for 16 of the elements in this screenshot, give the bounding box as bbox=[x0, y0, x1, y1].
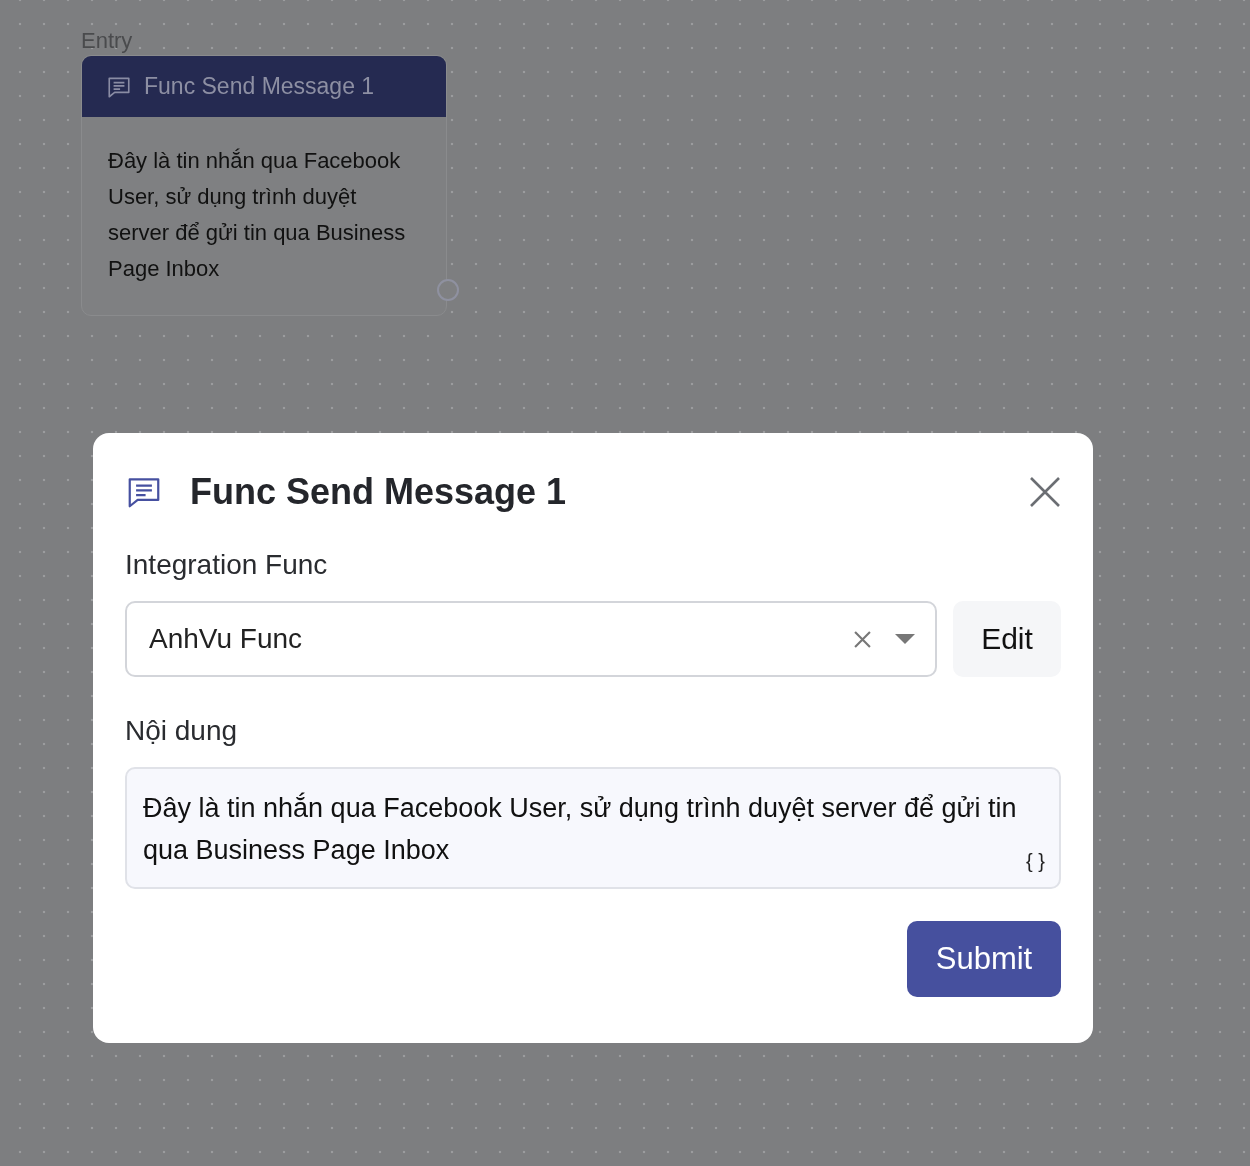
select-field[interactable]: AnhVu Func bbox=[125, 601, 937, 677]
node-label: Entry bbox=[81, 28, 134, 55]
connection-handle[interactable] bbox=[437, 279, 459, 301]
dialog-title: Func Send Message 1 bbox=[190, 471, 568, 513]
clear-icon[interactable] bbox=[854, 630, 871, 648]
field-label: Integration Func bbox=[125, 549, 329, 581]
flow-node[interactable]: Func Send Message 1 Đây là tin nhắn qua Facebook User, sử dụng trình duyệt server để gửi tin qua Business Page Inbox bbox=[81, 55, 447, 316]
submit-button[interactable]: Submit bbox=[907, 921, 1061, 997]
close-icon[interactable] bbox=[1029, 476, 1061, 508]
caret-icon bbox=[895, 634, 915, 644]
field-label: Nội dung bbox=[125, 715, 239, 747]
content-field[interactable]: Đây là tin nhắn qua Facebook User, sử dụng trình duyệt server để gửi tin qua Business Page Inbox { } bbox=[125, 767, 1061, 889]
edit-button[interactable]: Edit bbox=[953, 601, 1061, 677]
node-text: Đây là tin nhắn qua Facebook User, sử dụng trình duyệt server để gửi tin qua Business Page Inbox bbox=[107, 147, 407, 283]
variable-button[interactable]: { } bbox=[1026, 849, 1045, 873]
node-title: Func Send Message 1 bbox=[144, 73, 375, 100]
